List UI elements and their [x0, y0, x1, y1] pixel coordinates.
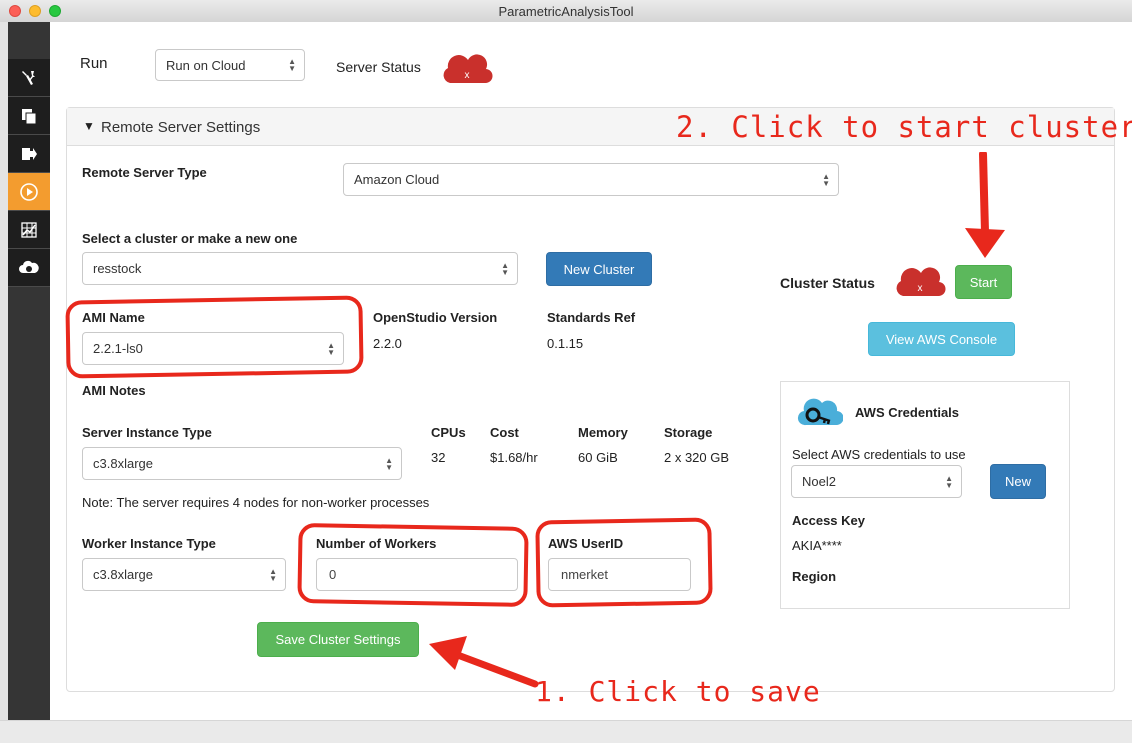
window-title: ParametricAnalysisTool — [498, 4, 634, 19]
sidebar-item-results[interactable] — [8, 211, 50, 249]
run-mode-select[interactable]: Run on Cloud ▲ ▼ — [155, 49, 305, 81]
chevron-down-icon: ▼ — [83, 119, 95, 133]
openstudio-version-value: 2.2.0 — [373, 336, 402, 351]
aws-key-cloud-icon — [797, 398, 843, 426]
server-status-cloud-icon: x — [443, 54, 493, 84]
view-aws-console-button[interactable]: View AWS Console — [868, 322, 1015, 356]
select-cluster-label: Select a cluster or make a new one — [82, 231, 298, 246]
worker-instance-type-value: c3.8xlarge — [93, 567, 153, 582]
title-bar: ParametricAnalysisTool — [0, 0, 1132, 23]
start-cluster-button[interactable]: Start — [955, 265, 1012, 299]
select-arrows-icon: ▲ ▼ — [822, 171, 830, 188]
openstudio-version-label: OpenStudio Version — [373, 310, 498, 325]
status-bar — [0, 720, 1132, 743]
select-arrows-icon: ▲ ▼ — [385, 455, 393, 472]
aws-userid-highlight — [535, 517, 713, 608]
memory-value: 60 GiB — [578, 450, 618, 465]
arrow-left-up-icon — [429, 636, 539, 688]
panel-title: Remote Server Settings — [101, 119, 261, 136]
remote-server-type-value: Amazon Cloud — [354, 172, 440, 187]
sidebar — [8, 22, 50, 742]
arrow-down-icon — [965, 152, 1005, 258]
worker-instance-type-label: Worker Instance Type — [82, 536, 216, 551]
aws-credentials-box: AWS Credentials Select AWS credentials t… — [780, 381, 1070, 609]
credentials-select-label: Select AWS credentials to use — [792, 447, 966, 462]
aws-credentials-value: Noel2 — [802, 474, 836, 489]
cost-value: $1.68/hr — [490, 450, 538, 465]
select-arrows-icon: ▲ ▼ — [288, 57, 296, 73]
results-icon — [21, 221, 37, 238]
remote-server-type-label: Remote Server Type — [82, 165, 207, 180]
cpus-header: CPUs — [431, 425, 466, 440]
standards-ref-value: 0.1.15 — [547, 336, 584, 351]
aws-credentials-select[interactable]: Noel2 ▲ ▼ — [791, 465, 962, 498]
aws-credentials-title: AWS Credentials — [855, 405, 960, 420]
sidebar-item-design-alternatives[interactable] — [8, 97, 50, 135]
cluster-status-label: Cluster Status — [780, 275, 875, 291]
cloud-server-icon — [19, 260, 39, 273]
cluster-select[interactable]: resstock ▲ ▼ — [82, 252, 518, 285]
access-key-label: Access Key — [792, 513, 865, 528]
region-label: Region — [792, 569, 837, 584]
storage-header: Storage — [664, 425, 713, 440]
sidebar-item-output[interactable] — [8, 135, 50, 173]
remote-server-type-select[interactable]: Amazon Cloud ▲ ▼ — [343, 163, 839, 196]
cost-header: Cost — [490, 425, 519, 440]
storage-value: 2 x 320 GB — [664, 450, 730, 465]
sidebar-item-measures[interactable] — [8, 59, 50, 97]
server-instance-type-label: Server Instance Type — [82, 425, 212, 440]
select-arrows-icon: ▲ ▼ — [945, 473, 953, 490]
new-credentials-button[interactable]: New — [990, 464, 1046, 499]
save-cluster-settings-button[interactable]: Save Cluster Settings — [257, 622, 419, 657]
window-left-edge — [0, 22, 8, 742]
new-cluster-button[interactable]: New Cluster — [546, 252, 652, 286]
run-icon — [20, 182, 38, 201]
worker-instance-type-select[interactable]: c3.8xlarge ▲ ▼ — [82, 558, 286, 591]
export-icon — [22, 147, 37, 160]
run-mode-value: Run on Cloud — [166, 57, 246, 73]
server-instance-type-select[interactable]: c3.8xlarge ▲ ▼ — [82, 447, 402, 480]
ami-notes-label: AMI Notes — [82, 383, 146, 398]
ami-name-highlight — [65, 295, 364, 379]
server-note: Note: The server requires 4 nodes for no… — [82, 495, 430, 510]
standards-ref-label: Standards Ref — [547, 310, 636, 325]
select-arrows-icon: ▲ ▼ — [501, 260, 509, 277]
tools-icon — [22, 70, 35, 85]
cpus-value: 32 — [431, 450, 446, 465]
copy-icon — [22, 108, 37, 124]
sidebar-item-run[interactable] — [8, 173, 50, 211]
save-annotation: 1. Click to save — [535, 675, 821, 708]
cluster-status-cloud-icon: x — [896, 267, 946, 297]
number-of-workers-highlight — [297, 522, 529, 608]
select-arrows-icon: ▲ ▼ — [269, 566, 277, 583]
server-status-label: Server Status — [336, 59, 421, 75]
run-label: Run — [80, 55, 108, 72]
server-instance-type-value: c3.8xlarge — [93, 456, 153, 471]
cluster-value: resstock — [93, 261, 142, 276]
sidebar-item-server[interactable] — [8, 249, 50, 287]
start-cluster-annotation: 2. Click to start cluster — [676, 110, 1132, 144]
memory-header: Memory — [578, 425, 628, 440]
access-key-value: AKIA**** — [792, 538, 842, 553]
server-status-badge: x — [465, 70, 470, 81]
cluster-status-badge: x — [918, 283, 923, 294]
